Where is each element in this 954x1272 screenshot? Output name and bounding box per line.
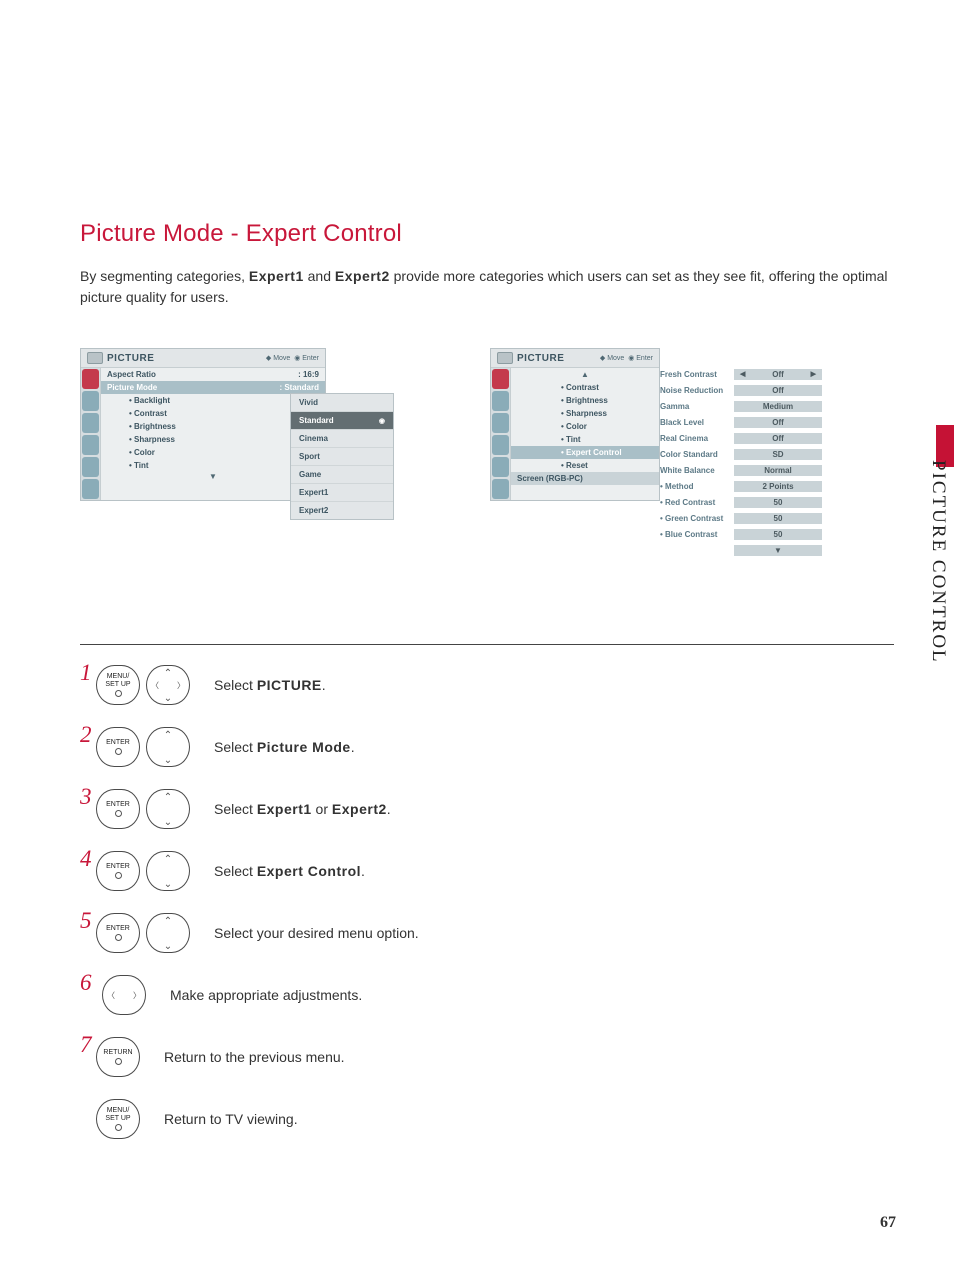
step-text: Select Picture Mode. bbox=[214, 739, 355, 755]
osd-right-panel: PICTURE ◆ Move ◉ Enter ▲ • Contrast• Bri… bbox=[490, 348, 660, 501]
mode-option[interactable]: Sport bbox=[291, 448, 393, 466]
expert-row: • Red Contrast50 bbox=[654, 494, 824, 510]
scroll-item: • Brightness bbox=[511, 394, 659, 407]
step-row: MENU/SET UP Return to TV viewing. bbox=[80, 1099, 894, 1139]
step-row: 6〈〉Make appropriate adjustments. bbox=[80, 975, 894, 1015]
sidebar-icon bbox=[82, 457, 99, 477]
scroll-item: • Expert Control bbox=[511, 446, 659, 459]
osd-hint: ◆ Move ◉ Enter bbox=[600, 354, 653, 362]
mode-popup: VividStandardCinemaSportGameExpert1Exper… bbox=[290, 393, 394, 520]
remote-button: ENTER bbox=[96, 851, 140, 891]
step-text: Select Expert Control. bbox=[214, 863, 365, 879]
scroll-item: • Color bbox=[511, 420, 659, 433]
step-text: Make appropriate adjustments. bbox=[170, 987, 362, 1003]
osd-sidebar-icons bbox=[81, 368, 101, 500]
mode-option[interactable]: Game bbox=[291, 466, 393, 484]
expert-row: Real CinemaOff bbox=[654, 430, 824, 446]
step-row: 7RETURNReturn to the previous menu. bbox=[80, 1037, 894, 1077]
dpad-button bbox=[146, 913, 190, 953]
mode-option[interactable]: Expert2 bbox=[291, 502, 393, 519]
step-row: 4ENTERSelect Expert Control. bbox=[80, 851, 894, 891]
step-text: Select Expert1 or Expert2. bbox=[214, 801, 391, 817]
scroll-item: • Contrast bbox=[511, 381, 659, 394]
tv-icon bbox=[497, 352, 513, 364]
osd-sidebar-icons bbox=[491, 368, 511, 500]
expert-row: White BalanceNormal bbox=[654, 462, 824, 478]
osd-title: PICTURE bbox=[517, 353, 564, 364]
osd-header: PICTURE ◆ Move ◉ Enter bbox=[81, 349, 325, 368]
step-text: Select your desired menu option. bbox=[214, 925, 419, 941]
intro-paragraph: By segmenting categories, Expert1 and Ex… bbox=[80, 266, 894, 308]
side-section-label: PICTURE CONTROL bbox=[927, 460, 949, 664]
page-number: 67 bbox=[880, 1214, 896, 1232]
expert-row: Noise ReductionOff bbox=[654, 382, 824, 398]
remote-button: MENU/SET UP bbox=[96, 1099, 140, 1139]
sidebar-icon bbox=[492, 413, 509, 433]
osd-title: PICTURE bbox=[107, 353, 154, 364]
remote-button: RETURN bbox=[96, 1037, 140, 1077]
sidebar-icon bbox=[82, 479, 99, 499]
sidebar-icon bbox=[492, 479, 509, 499]
scroll-item: • Sharpness bbox=[511, 407, 659, 420]
step-row: 3ENTERSelect Expert1 or Expert2. bbox=[80, 789, 894, 829]
osd-hint: ◆ Move ◉ Enter bbox=[266, 354, 319, 362]
page-title: Picture Mode - Expert Control bbox=[80, 220, 894, 248]
osd-header: PICTURE ◆ Move ◉ Enter bbox=[491, 349, 659, 368]
expert-row: GammaMedium bbox=[654, 398, 824, 414]
step-text: Select PICTURE. bbox=[214, 677, 326, 693]
sidebar-icon bbox=[82, 413, 99, 433]
sidebar-icon bbox=[492, 391, 509, 411]
sidebar-icon bbox=[492, 435, 509, 455]
sidebar-icon bbox=[82, 391, 99, 411]
expert-row: Color StandardSD bbox=[654, 446, 824, 462]
expert-row: • Blue Contrast50 bbox=[654, 526, 824, 542]
step-row: 2ENTERSelect Picture Mode. bbox=[80, 727, 894, 767]
mode-option[interactable]: Vivid bbox=[291, 394, 393, 412]
sidebar-icon bbox=[492, 457, 509, 477]
aspect-ratio-row: Aspect Ratio: 16:9 bbox=[101, 368, 325, 381]
step-text: Return to TV viewing. bbox=[164, 1111, 298, 1127]
remote-button: ENTER bbox=[96, 789, 140, 829]
step-text: Return to the previous menu. bbox=[164, 1049, 345, 1065]
section-divider bbox=[80, 644, 894, 645]
sidebar-icon bbox=[82, 435, 99, 455]
intro-text: and bbox=[308, 268, 335, 284]
mode-option[interactable]: Cinema bbox=[291, 430, 393, 448]
dpad-button: 〈〉 bbox=[146, 665, 190, 705]
picture-icon bbox=[492, 369, 509, 389]
remote-button: MENU/SET UP bbox=[96, 665, 140, 705]
dpad-button bbox=[146, 727, 190, 767]
dpad-button: 〈〉 bbox=[102, 975, 146, 1015]
intro-text: By segmenting categories, bbox=[80, 268, 249, 284]
expert-row: • Green Contrast50 bbox=[654, 510, 824, 526]
intro-bold-expert1: Expert1 bbox=[249, 268, 304, 284]
intro-bold-expert2: Expert2 bbox=[335, 268, 390, 284]
expert-row: Fresh Contrast◀Off▶ bbox=[654, 366, 824, 382]
steps-list: 1MENU/SET UP〈〉Select PICTURE.2ENTERSelec… bbox=[80, 665, 894, 1139]
tv-icon bbox=[87, 352, 103, 364]
scroll-item: • Reset bbox=[511, 459, 659, 472]
remote-button: ENTER bbox=[96, 913, 140, 953]
scroll-up-icon: ▲ bbox=[511, 368, 659, 381]
remote-button: ENTER bbox=[96, 727, 140, 767]
osd-illustration-row: PICTURE ◆ Move ◉ Enter Aspect Ratio: 16:… bbox=[80, 348, 894, 608]
step-row: 1MENU/SET UP〈〉Select PICTURE. bbox=[80, 665, 894, 705]
mode-option[interactable]: Expert1 bbox=[291, 484, 393, 502]
scroll-item: • Tint bbox=[511, 433, 659, 446]
dpad-button bbox=[146, 789, 190, 829]
expert-control-values: Fresh Contrast◀Off▶Noise ReductionOffGam… bbox=[654, 366, 824, 558]
screen-rgbpc-row: Screen (RGB-PC) bbox=[511, 472, 659, 485]
mode-option[interactable]: Standard bbox=[291, 412, 393, 430]
step-row: 5ENTERSelect your desired menu option. bbox=[80, 913, 894, 953]
dpad-button bbox=[146, 851, 190, 891]
picture-icon bbox=[82, 369, 99, 389]
expert-row: • Method2 Points bbox=[654, 478, 824, 494]
expert-row: Black LevelOff bbox=[654, 414, 824, 430]
